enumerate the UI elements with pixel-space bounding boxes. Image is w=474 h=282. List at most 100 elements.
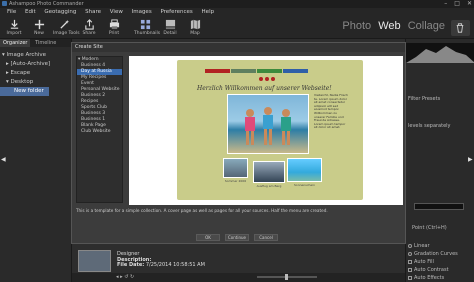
collapse-right-icon[interactable]: ▶ (468, 156, 473, 163)
preview-thumb-2 (253, 161, 285, 183)
curves-label: Gradation Curves (414, 251, 458, 257)
auto-contrast-checkbox[interactable] (408, 267, 412, 272)
tree-item-escape[interactable]: ▸ Escape (0, 69, 71, 78)
left-panel: Organizer Timeline ▾ Image Archive ▸ [Au… (0, 39, 72, 282)
thumbnails-button[interactable]: Thumbnails (134, 18, 161, 38)
preview-nav (205, 69, 309, 73)
tree-item-archive[interactable]: ▾ Image Archive (0, 51, 71, 60)
menu-geotagging[interactable]: Geotagging (44, 8, 76, 17)
app-logo-icon (2, 1, 7, 6)
new-label: New (34, 31, 44, 36)
detail-label: Detail (163, 31, 177, 36)
linear-option[interactable]: Linear (408, 243, 430, 249)
tree-label: Desktop (10, 79, 34, 85)
right-panel: Filter Presets levels separately Point (… (405, 39, 474, 282)
tree-label: New folder (14, 88, 44, 94)
tree-label: [Auto-Archive] (10, 61, 51, 67)
mode-photo[interactable]: Photo (342, 20, 371, 32)
zoom-slider[interactable] (257, 274, 317, 280)
menu-view[interactable]: View (110, 8, 123, 17)
mode-web[interactable]: Web (378, 20, 400, 32)
file-date-value: 7/25/2014 10:58:51 AM (145, 262, 205, 269)
minimize-icon[interactable]: – (444, 0, 447, 8)
app-window: Ashampoo Photo Commander – □ ✕ File Edit… (0, 0, 474, 282)
menu-bar: File Edit Geotagging Share View Images P… (0, 8, 474, 17)
close-icon[interactable]: ✕ (467, 0, 472, 8)
menu-preferences[interactable]: Preferences (160, 8, 192, 17)
levels-separately-label: levels separately (408, 123, 451, 129)
image-thumbnail[interactable] (78, 250, 111, 272)
auto-effects-checkbox[interactable] (408, 275, 412, 280)
import-label: Import (6, 31, 22, 36)
preview-page: Herzlich Willkommen auf unserer Webseite… (177, 60, 363, 200)
curves-option[interactable]: Gradation Curves (408, 251, 458, 257)
title-bar: Ashampoo Photo Commander – □ ✕ (0, 0, 474, 8)
linear-radio[interactable] (408, 243, 412, 248)
print-button[interactable]: Print (103, 18, 125, 38)
auto-fill-label: Auto Fill (414, 259, 434, 265)
caption-1: Sommer 2006 (224, 179, 247, 183)
thumbnails-label: Thumbnails (134, 31, 161, 36)
linear-label: Linear (414, 243, 430, 249)
left-tabs: Organizer Timeline (0, 39, 71, 47)
preview-side-text: Vielleicht, Nadia Frisch te. Lorem ipsum… (314, 94, 348, 130)
map-button[interactable]: Map (184, 18, 206, 38)
nav-tab-2 (231, 69, 256, 73)
caption-3: Sonnenschein (294, 183, 315, 187)
template-preview: Herzlich Willkommen auf unserer Webseite… (129, 56, 403, 205)
new-button[interactable]: New (28, 18, 50, 38)
import-icon (10, 19, 18, 29)
preview-heading: Herzlich Willkommen auf unserer Webseite… (197, 85, 332, 92)
playback-controls[interactable]: ◂ ▸ ↺ ↻ (116, 273, 134, 282)
menu-edit[interactable]: Edit (25, 8, 36, 17)
menu-file[interactable]: File (7, 8, 16, 17)
collapse-left-icon[interactable]: ◀ (1, 156, 6, 163)
tree-label: Escape (10, 70, 31, 76)
magic-wand-icon (59, 19, 69, 29)
ok-button[interactable]: OK (196, 234, 220, 241)
heart-icon (271, 77, 275, 81)
auto-fill-option[interactable]: Auto Fill (408, 259, 434, 265)
zoom-slider-knob[interactable] (285, 274, 288, 280)
folder-tree: ▾ Image Archive ▸ [Auto-Archive] ▸ Escap… (0, 51, 71, 96)
histogram (406, 43, 474, 63)
share-label: Share (82, 31, 96, 36)
preview-thumb-1 (223, 158, 248, 178)
tree-item-auto-archive[interactable]: ▸ [Auto-Archive] (0, 60, 71, 69)
auto-fill-checkbox[interactable] (408, 259, 412, 264)
nav-tab-3 (257, 69, 282, 73)
toolbar: Import New Image Tools Share Print Thumb… (0, 17, 474, 39)
mode-collage[interactable]: Collage (408, 20, 445, 32)
file-date-label: File Date: (117, 262, 145, 269)
map-icon (190, 19, 200, 30)
maximize-icon[interactable]: □ (454, 0, 460, 8)
window-title: Ashampoo Photo Commander (9, 1, 84, 7)
nav-tab-1 (205, 69, 230, 73)
tab-organizer[interactable]: Organizer (0, 39, 31, 47)
auto-effects-label: Auto Effects (414, 275, 445, 281)
list-item[interactable]: Club Website (77, 129, 122, 135)
tree-item-new-folder[interactable]: New folder (0, 87, 49, 96)
menu-share[interactable]: Share (85, 8, 101, 17)
preset-dropdown[interactable] (414, 203, 464, 210)
auto-effects-option[interactable]: Auto Effects (408, 275, 444, 281)
tree-label: Image Archive (6, 52, 47, 58)
grid-icon (140, 19, 150, 30)
trash-button[interactable] (451, 20, 470, 36)
auto-contrast-option[interactable]: Auto Contrast (408, 267, 449, 273)
cancel-button[interactable]: Cancel (254, 234, 278, 241)
file-date-row: File Date: 7/25/2014 10:58:51 AM (117, 262, 205, 269)
image-tools-label: Image Tools (53, 31, 80, 36)
tab-timeline[interactable]: Timeline (32, 39, 59, 47)
detail-button[interactable]: Detail (159, 18, 181, 38)
caption-2: Ausflug am Berg (256, 184, 282, 188)
tree-item-desktop[interactable]: ▾ Desktop (0, 78, 71, 87)
image-tools-button[interactable]: Image Tools (53, 18, 80, 38)
curves-radio[interactable] (408, 251, 412, 256)
continue-button[interactable]: Continue (225, 234, 249, 241)
preview-main-photo (227, 94, 309, 154)
share-button[interactable]: Share (78, 18, 100, 38)
import-button[interactable]: Import (3, 18, 25, 38)
menu-images[interactable]: Images (132, 8, 152, 17)
menu-help[interactable]: Help (202, 8, 215, 17)
